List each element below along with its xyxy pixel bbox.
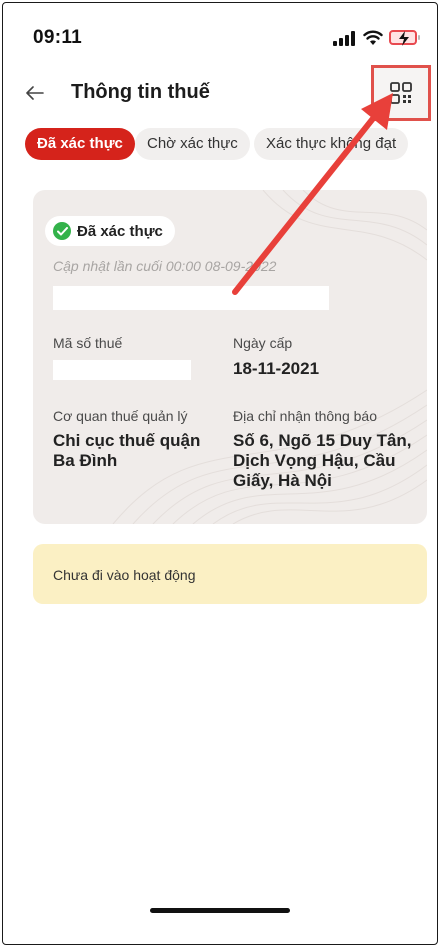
last-updated-text: Cập nhật lần cuối 00:00 08-09-2022 (53, 258, 277, 274)
inactive-notice: Chưa đi vào hoạt động (33, 544, 427, 604)
address-label: Địa chỉ nhận thông báo (233, 408, 377, 424)
verified-badge-label: Đã xác thực (77, 222, 163, 240)
back-button[interactable] (19, 77, 51, 109)
tax-info-card: Đã xác thực Cập nhật lần cuối 00:00 08-0… (33, 190, 427, 524)
wifi-icon (363, 30, 383, 45)
qr-code-button[interactable] (371, 65, 431, 121)
tab-verified[interactable]: Đã xác thực (25, 128, 135, 160)
status-tabs: Đã xác thực Chờ xác thực Xác thực không … (25, 128, 437, 162)
check-circle-icon (53, 222, 71, 240)
redacted-tax-code (53, 360, 191, 380)
page-title: Thông tin thuế (71, 81, 210, 103)
tab-pending[interactable]: Chờ xác thực (135, 128, 250, 160)
battery-icon (389, 30, 420, 46)
verified-badge: Đã xác thực (45, 216, 175, 246)
arrow-left-icon (26, 86, 44, 100)
tax-code-label: Mã số thuế (53, 335, 123, 351)
tax-office-value: Chi cục thuế quận Ba Đình (53, 431, 201, 470)
tax-office-label: Cơ quan thuế quản lý (53, 408, 188, 424)
phone-screen: 09:11 Thông tin thuế Đã xác thực Chờ xác… (2, 2, 438, 945)
redacted-name (53, 286, 329, 310)
tab-failed[interactable]: Xác thực không đạt (254, 128, 409, 160)
app-bar: Thông tin thuế (3, 65, 437, 121)
signal-icon (333, 30, 357, 46)
issue-date-label: Ngày cấp (233, 335, 293, 351)
status-icons (333, 30, 420, 46)
address-value: Số 6, Ngõ 15 Duy Tân, Dịch Vọng Hậu, Cầu… (233, 431, 412, 490)
qr-code-icon (390, 82, 412, 104)
status-bar: 09:11 (3, 3, 437, 61)
status-time: 09:11 (33, 27, 83, 48)
notice-text: Chưa đi vào hoạt động (53, 567, 196, 583)
issue-date-value: 18-11-2021 (233, 359, 320, 378)
home-indicator[interactable] (150, 908, 290, 913)
